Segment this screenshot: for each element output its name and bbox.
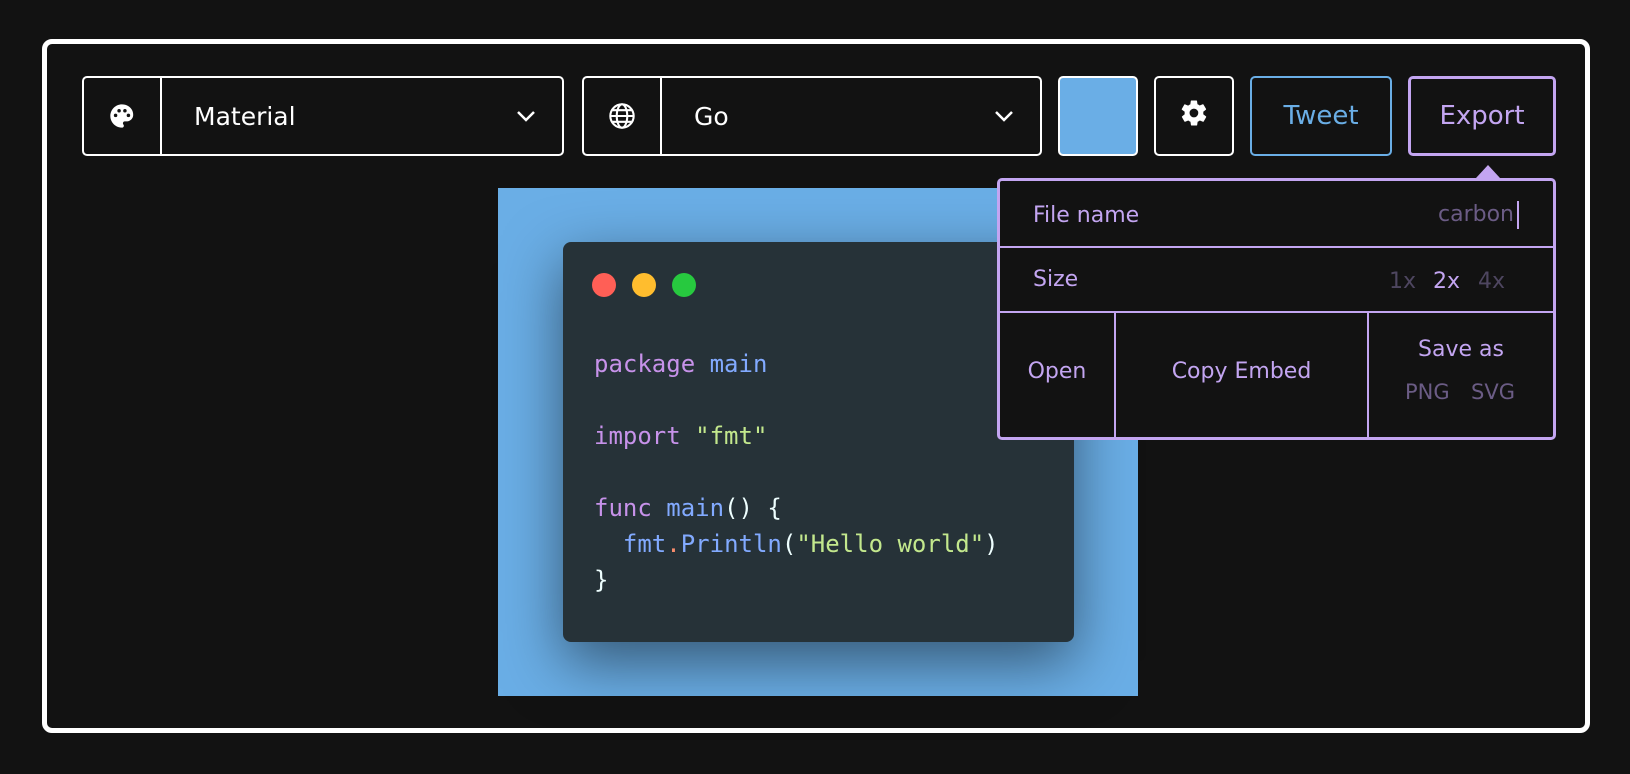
background-color-button[interactable] (1058, 76, 1138, 156)
language-label: Go (694, 101, 729, 131)
copy-embed-button[interactable]: Copy Embed (1116, 359, 1367, 384)
palette-icon (84, 78, 162, 154)
size-4x-option[interactable]: 4x (1478, 269, 1505, 294)
save-png-button[interactable]: PNG (1405, 380, 1450, 404)
export-button[interactable]: Export (1408, 76, 1556, 156)
save-svg-button[interactable]: SVG (1471, 380, 1515, 404)
settings-button[interactable] (1154, 76, 1234, 156)
export-panel-arrow (1476, 165, 1500, 178)
size-label: Size (1033, 267, 1079, 292)
export-panel: File name carbon Size 1x 2x 4x Open Copy… (997, 178, 1556, 440)
theme-dropdown[interactable]: Material (82, 76, 564, 156)
close-dot (592, 273, 616, 297)
size-row: Size 1x 2x 4x (1000, 248, 1553, 313)
file-name-label: File name (1033, 203, 1140, 228)
save-as-label: Save as (1418, 337, 1504, 362)
code-editor[interactable]: package main import "fmt" func main() { … (594, 346, 999, 598)
tweet-button[interactable]: Tweet (1250, 76, 1392, 156)
maximize-dot (672, 273, 696, 297)
globe-icon (584, 78, 662, 154)
chevron-down-icon (490, 110, 562, 122)
open-button[interactable]: Open (1000, 359, 1114, 384)
minimize-dot (632, 273, 656, 297)
divider (1367, 313, 1369, 437)
size-2x-option[interactable]: 2x (1433, 269, 1460, 294)
size-1x-option[interactable]: 1x (1389, 269, 1416, 294)
theme-label: Material (194, 101, 296, 131)
gear-icon (1179, 98, 1209, 135)
chevron-down-icon (968, 110, 1040, 122)
actions-row: Open Copy Embed Save as PNG SVG (1000, 313, 1553, 437)
file-name-row: File name carbon (1000, 181, 1553, 248)
language-dropdown[interactable]: Go (582, 76, 1042, 156)
file-name-input[interactable]: carbon (1438, 201, 1519, 229)
